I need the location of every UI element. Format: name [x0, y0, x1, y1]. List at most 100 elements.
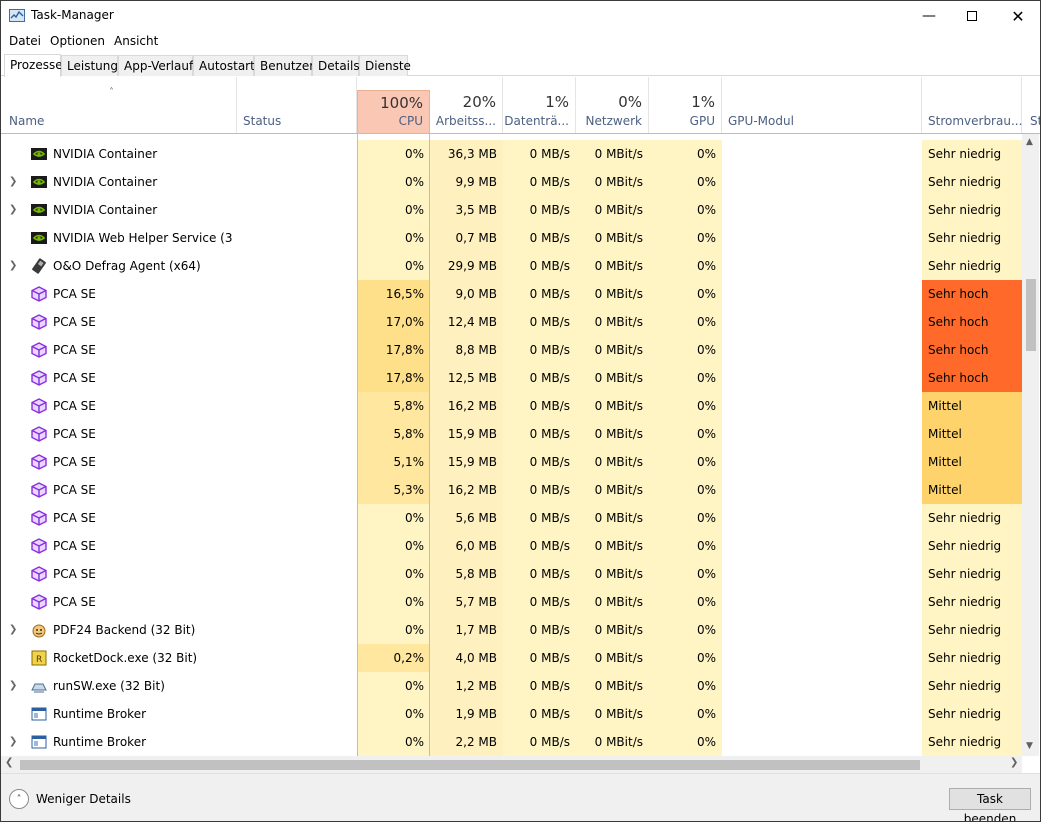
scroll-left-icon[interactable]: ❮ [5, 757, 13, 768]
disk-total-percent: 1% [545, 93, 569, 111]
process-gpu-value: 0% [649, 448, 722, 476]
process-name: NVIDIA Container [53, 203, 158, 217]
process-cpu-value: 0% [358, 504, 430, 532]
process-cpu-value: 0,2% [358, 644, 430, 672]
tab-bar: Prozesse Leistung App-Verlauf Autostart … [1, 54, 1040, 77]
window-icon [31, 734, 47, 750]
process-cpu-value: 17,0% [358, 308, 430, 336]
scroll-up-icon[interactable]: ▲ [1026, 137, 1033, 147]
process-gpu-value: 0% [649, 728, 722, 756]
process-name: O&O Defrag Agent (x64) [53, 259, 201, 273]
menu-datei[interactable]: Datei [9, 34, 41, 48]
process-row[interactable]: ❯ Runtime Broker 0% 2,2 MB 0 MB/s 0 MBit/s 0% S… [1, 728, 1022, 756]
column-header-disk-label: Datenträ... [504, 114, 569, 128]
process-row[interactable]: PCA SE 16,5% 9,0 MB 0 MB/s 0 MBit/s 0% Sehr ho… [1, 280, 1022, 308]
expand-chevron-icon[interactable]: ❯ [9, 672, 19, 700]
column-header-power-trend-label: St [1030, 114, 1040, 128]
minimize-button[interactable]: — [906, 1, 952, 31]
process-net-value: 0 MBit/s [576, 308, 649, 336]
column-header-cpu[interactable]: 100% CPU [357, 90, 430, 134]
column-header-gpu[interactable]: 1% GPU [649, 77, 722, 133]
cube-icon [31, 482, 47, 498]
scroll-down-icon[interactable]: ▼ [1026, 741, 1033, 751]
column-header-power[interactable]: Stromverbrau... [922, 77, 1022, 133]
column-header-name[interactable]: Name [1, 77, 237, 133]
process-mem-value: 9,9 MB [430, 168, 503, 196]
process-row[interactable]: PCA SE 5,1% 15,9 MB 0 MB/s 0 MBit/s 0% Mittel [1, 448, 1022, 476]
process-row[interactable]: PCA SE 0% 5,8 MB 0 MB/s 0 MBit/s 0% Sehr niedr… [1, 560, 1022, 588]
vertical-scroll-thumb[interactable] [1026, 279, 1036, 351]
cube-icon [31, 566, 47, 582]
less-details-button[interactable]: ˄ Weniger Details [9, 788, 131, 810]
task-manager-app-icon [9, 9, 25, 22]
process-power-value: Sehr niedrig [922, 224, 1022, 252]
process-row[interactable]: NVIDIA Container 0% 36,3 MB 0 MB/s 0 MBit/s 0… [1, 140, 1022, 168]
close-button[interactable]: ✕ [995, 1, 1040, 31]
process-row[interactable]: ❯ NVIDIA Container 0% 9,9 MB 0 MB/s 0 MBit/s 0… [1, 168, 1022, 196]
menu-optionen[interactable]: Optionen [50, 34, 105, 48]
process-mem-value: 15,9 MB [430, 448, 503, 476]
process-row[interactable]: Runtime Broker 0% 1,9 MB 0 MB/s 0 MBit/s 0% Se… [1, 700, 1022, 728]
process-name: NVIDIA Container [53, 175, 158, 189]
process-mem-value: 5,7 MB [430, 588, 503, 616]
process-name: PCA SE [53, 315, 96, 329]
horizontal-scroll-thumb[interactable] [20, 760, 920, 770]
process-row[interactable]: ❯ runSW.exe (32 Bit) 0% 1,2 MB 0 MB/s 0 MBit/… [1, 672, 1022, 700]
process-row[interactable]: PCA SE 0% 5,7 MB 0 MB/s 0 MBit/s 0% Sehr niedr… [1, 588, 1022, 616]
column-header-status[interactable]: Status [237, 77, 357, 133]
memory-total-percent: 20% [462, 93, 496, 111]
column-header-gpu-engine[interactable]: GPU-Modul [722, 77, 922, 133]
process-net-value: 0 MBit/s [576, 588, 649, 616]
process-net-value: 0 MBit/s [576, 336, 649, 364]
process-disk-value: 0 MB/s [503, 224, 576, 252]
process-row[interactable]: PCA SE 0% 5,6 MB 0 MB/s 0 MBit/s 0% Sehr niedr… [1, 504, 1022, 532]
nvidia-icon [31, 202, 47, 218]
scroll-right-icon[interactable]: ❯ [1010, 757, 1018, 768]
process-name: PCA SE [53, 539, 96, 553]
process-row[interactable]: PCA SE 5,8% 16,2 MB 0 MB/s 0 MBit/s 0% Mittel [1, 392, 1022, 420]
expand-chevron-icon[interactable]: ❯ [9, 196, 19, 224]
expand-chevron-icon[interactable]: ❯ [9, 728, 19, 756]
process-row[interactable]: NVIDIA Web Helper Service (32 ...0%0,7 M… [1, 224, 1022, 252]
tab-details[interactable]: Details [312, 55, 360, 76]
process-row[interactable]: PCA SE 0% 6,0 MB 0 MB/s 0 MBit/s 0% Sehr niedr… [1, 532, 1022, 560]
column-header-disk[interactable]: 1% Datenträ... [503, 77, 576, 133]
maximize-button[interactable] [949, 1, 995, 31]
process-row[interactable]: PCA SE 5,3% 16,2 MB 0 MB/s 0 MBit/s 0% Mittel [1, 476, 1022, 504]
column-header-network[interactable]: 0% Netzwerk [576, 77, 649, 133]
process-gpu-value: 0% [649, 560, 722, 588]
process-mem-value: 3,5 MB [430, 196, 503, 224]
vertical-scrollbar[interactable]: ▲ ▼ [1022, 134, 1039, 756]
horizontal-scrollbar[interactable]: ❮ ❯ [1, 756, 1022, 773]
process-disk-value: 0 MB/s [503, 588, 576, 616]
process-net-value: 0 MBit/s [576, 420, 649, 448]
process-disk-value: 0 MB/s [503, 196, 576, 224]
tab-prozesse[interactable]: Prozesse [4, 54, 63, 77]
process-gpu-value: 0% [649, 616, 722, 644]
process-row[interactable]: ❯ NVIDIA Container 0% 3,5 MB 0 MB/s 0 MBit/s 0… [1, 196, 1022, 224]
process-row[interactable]: PCA SE 17,8% 12,5 MB 0 MB/s 0 MBit/s 0% Sehr h… [1, 364, 1022, 392]
process-disk-value: 0 MB/s [503, 420, 576, 448]
cube-icon [31, 370, 47, 386]
end-task-button[interactable]: Task beenden [949, 788, 1031, 821]
process-row[interactable]: ❯ O&O Defrag Agent (x64) 0% 29,9 MB 0 MB/s 0 … [1, 252, 1022, 280]
tab-autostart[interactable]: Autostart [193, 55, 255, 76]
expand-chevron-icon[interactable]: ❯ [9, 252, 19, 280]
process-row[interactable]: R RocketDock.exe (32 Bit) 0,2% 4,0 MB 0 MB/s… [1, 644, 1022, 672]
column-header-power-trend[interactable]: St [1022, 77, 1040, 133]
tab-app-verlauf[interactable]: App-Verlauf [118, 55, 193, 76]
tab-leistung[interactable]: Leistung [61, 55, 118, 76]
expand-chevron-icon[interactable]: ❯ [9, 616, 19, 644]
process-cpu-value: 5,1% [358, 448, 430, 476]
tab-benutzer[interactable]: Benutzer [254, 55, 314, 76]
process-row[interactable]: ❯ PDF24 Backend (32 Bit) 0% 1,7 MB 0 MB/s 0 M… [1, 616, 1022, 644]
column-header-memory[interactable]: 20% Arbeitss... [430, 77, 503, 133]
process-row[interactable]: PCA SE 5,8% 15,9 MB 0 MB/s 0 MBit/s 0% Mittel [1, 420, 1022, 448]
process-row[interactable]: PCA SE 17,0% 12,4 MB 0 MB/s 0 MBit/s 0% Sehr h… [1, 308, 1022, 336]
expand-chevron-icon[interactable]: ❯ [9, 168, 19, 196]
process-disk-value: 0 MB/s [503, 280, 576, 308]
tab-dienste[interactable]: Dienste [359, 55, 411, 76]
process-net-value: 0 MBit/s [576, 196, 649, 224]
menu-ansicht[interactable]: Ansicht [114, 34, 158, 48]
process-row[interactable]: PCA SE 17,8% 8,8 MB 0 MB/s 0 MBit/s 0% Sehr ho… [1, 336, 1022, 364]
